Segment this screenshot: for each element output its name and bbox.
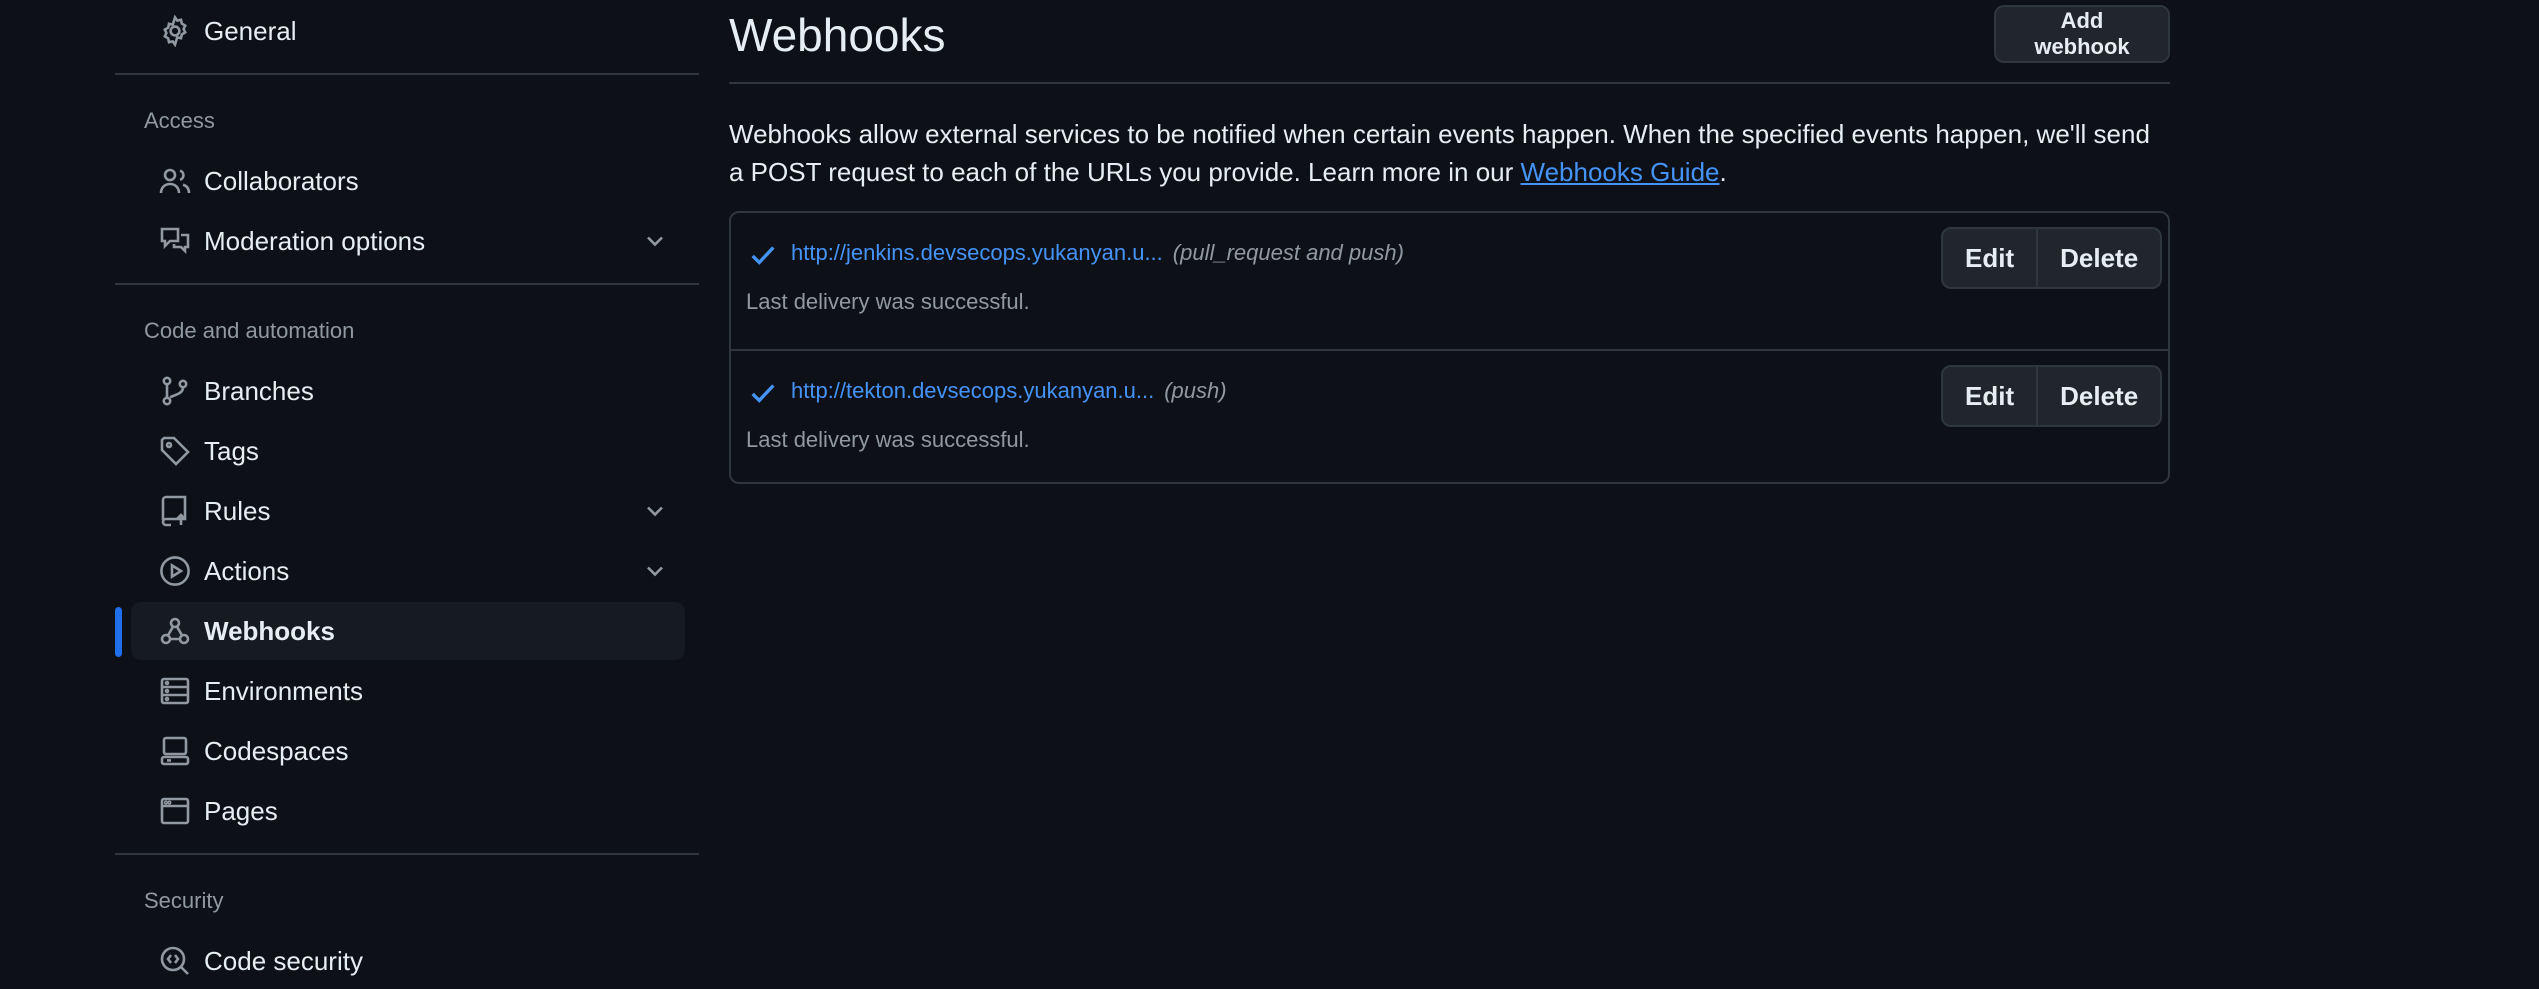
sidebar-item-label: Codespaces [204, 735, 349, 766]
add-webhook-button[interactable]: Add webhook [1994, 5, 2170, 63]
sidebar-item-webhooks[interactable]: Webhooks [131, 602, 685, 660]
chevron-down-icon[interactable] [641, 227, 669, 255]
gear-icon [159, 15, 191, 47]
webhook-events: (push) [1164, 378, 1227, 403]
webhook-url-link[interactable]: http://jenkins.devsecops.yukanyan.u... (p… [791, 240, 1404, 266]
edit-button[interactable]: Edit [1941, 227, 2039, 289]
sidebar-item-tags[interactable]: Tags [131, 422, 685, 480]
sidebar-item-general[interactable]: General [131, 2, 685, 60]
sidebar-item-label: Branches [204, 375, 314, 406]
webhook-url: http://jenkins.devsecops.yukanyan.u... [791, 240, 1163, 265]
sidebar-item-actions[interactable]: Actions [131, 542, 685, 600]
browser-icon [159, 795, 191, 827]
delivery-status: Last delivery was successful. [746, 427, 1030, 452]
header-divider [729, 82, 2170, 84]
sidebar-divider [115, 853, 699, 855]
sidebar-item-label: Actions [204, 555, 290, 586]
delete-button[interactable]: Delete [2038, 227, 2163, 289]
webhooks-guide-link[interactable]: Webhooks Guide [1521, 157, 1720, 187]
sidebar-item-pages[interactable]: Pages [131, 782, 685, 840]
codespaces-icon [159, 735, 191, 767]
section-title-access: Access [144, 108, 215, 133]
settings-sidebar: General Access Collaborators Moderation … [115, 0, 699, 989]
tag-icon [159, 435, 191, 467]
section-title-code-and-automation: Code and automation [144, 318, 355, 343]
sidebar-item-label: Environments [204, 675, 363, 706]
webhook-events: (pull_request and push) [1172, 240, 1404, 265]
section-title-security: Security [144, 888, 224, 913]
sidebar-item-label: Pages [204, 795, 278, 826]
webhook-list: http://jenkins.devsecops.yukanyan.u... (p… [729, 211, 2170, 484]
chevron-down-icon[interactable] [641, 497, 669, 525]
page-title: Webhooks [729, 9, 946, 61]
sidebar-item-environments[interactable]: Environments [131, 662, 685, 720]
webhook-actions: Edit Delete [1941, 365, 2163, 427]
sidebar-divider [115, 73, 699, 75]
sidebar-item-branches[interactable]: Branches [131, 362, 685, 420]
webhook-item: http://jenkins.devsecops.yukanyan.u... (p… [731, 213, 2168, 349]
intro-text: Webhooks allow external services to be n… [729, 115, 2170, 191]
sidebar-item-codespaces[interactable]: Codespaces [131, 722, 685, 780]
comment-discussion-icon [159, 225, 191, 257]
sidebar-item-collaborators[interactable]: Collaborators [131, 152, 685, 210]
intro-body: Webhooks allow external services to be n… [729, 119, 2150, 187]
sidebar-item-label: Moderation options [204, 225, 426, 256]
sidebar-item-label: Collaborators [204, 165, 359, 196]
intro-end: . [1719, 157, 1727, 187]
chevron-down-icon[interactable] [641, 557, 669, 585]
app-window: General Access Collaborators Moderation … [0, 0, 2539, 989]
webhook-actions: Edit Delete [1941, 227, 2163, 289]
sidebar-item-label: Tags [204, 435, 259, 466]
sidebar-item-moderation-options[interactable]: Moderation options [131, 212, 685, 270]
webhook-url: http://tekton.devsecops.yukanyan.u... [791, 378, 1155, 403]
play-icon [159, 555, 191, 587]
sidebar-item-label: General [204, 15, 297, 46]
sidebar-divider [115, 283, 699, 285]
sidebar-item-rules[interactable]: Rules [131, 482, 685, 540]
server-icon [159, 675, 191, 707]
active-indicator [115, 607, 122, 657]
sidebar-item-label: Rules [204, 495, 271, 526]
codescan-icon [159, 945, 191, 977]
delete-button[interactable]: Delete [2038, 365, 2163, 427]
edit-button[interactable]: Edit [1941, 365, 2039, 427]
check-icon [748, 378, 778, 408]
people-icon [159, 165, 191, 197]
git-branch-icon [159, 375, 191, 407]
sidebar-item-label: Webhooks [204, 615, 335, 646]
webhook-url-link[interactable]: http://tekton.devsecops.yukanyan.u... (pu… [791, 378, 1227, 404]
sidebar-item-label: Code security [204, 945, 363, 976]
sidebar-item-code-security[interactable]: Code security [131, 932, 685, 989]
webhook-item: http://tekton.devsecops.yukanyan.u... (pu… [731, 349, 2168, 485]
webhook-icon [159, 615, 191, 647]
delivery-status: Last delivery was successful. [746, 289, 1030, 314]
repo-push-icon [159, 495, 191, 527]
check-icon [748, 240, 778, 270]
